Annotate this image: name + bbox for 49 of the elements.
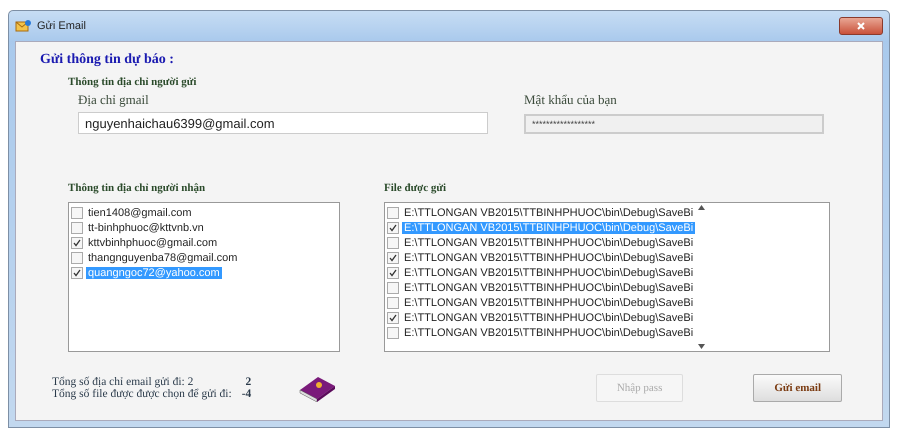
checkbox[interactable] [387,236,399,248]
envelope-icon [15,19,31,33]
list-item[interactable]: E:\TTLONGAN VB2015\TTBINHPHUOC\bin\Debug\SaveBi [402,252,696,264]
checkbox[interactable] [387,282,399,294]
checkbox[interactable] [71,252,83,264]
scrollbar[interactable] [695,205,708,349]
summary-label: Tổng số địa chỉ email gửi đi: 2 [52,376,194,388]
summary-label: Tổng số file được được chọn để gửi đi: [52,388,232,400]
scroll-down-icon[interactable] [698,344,705,349]
list-item[interactable]: kttvbinhphuoc@gmail.com [86,236,220,248]
list-item[interactable]: E:\TTLONGAN VB2015\TTBINHPHUOC\bin\Debug\SaveBi [402,236,696,248]
checkbox[interactable] [387,206,399,218]
list-item[interactable]: E:\TTLONGAN VB2015\TTBINHPHUOC\bin\Debug\SaveBi [402,296,696,308]
list-item[interactable]: tien1408@gmail.com [86,206,194,218]
list-item[interactable]: tt-binhphuoc@kttvnb.vn [86,222,206,234]
checkbox[interactable] [387,222,399,234]
field-label: Mật khẩu của bạn [524,92,618,108]
checkbox[interactable] [71,266,83,278]
group-title: Thông tin địa chỉ người nhận [68,182,206,194]
section-heading: Gửi thông tin dự báo : [40,52,175,68]
group-title: Thông tin địa chỉ người gửi [68,76,198,88]
checkbox[interactable] [387,312,399,324]
close-icon [856,21,866,31]
field-label: Địa chỉ gmail [78,92,150,108]
recipient-list[interactable]: tien1408@gmail.com tt-binhphuoc@kttvnb.vn kttvbinhphuoc@gmail.com thangnguyenba78@gmail.com quangngoc72@yahoo.com [68,202,340,352]
checkbox[interactable] [71,236,83,248]
checkbox[interactable] [387,296,399,308]
book-icon [297,374,338,402]
summary-value: -4 [242,388,252,400]
list-item[interactable]: E:\TTLONGAN VB2015\TTBINHPHUOC\bin\Debug\SaveBi [402,326,696,338]
summary-value: 2 [244,376,252,388]
scroll-up-icon[interactable] [698,205,705,210]
window-title: Gửi Email [37,20,86,32]
list-item[interactable]: thangnguyenba78@gmail.com [86,252,240,264]
list-item[interactable]: E:\TTLONGAN VB2015\TTBINHPHUOC\bin\Debug\SaveBi [402,282,696,294]
checkbox[interactable] [71,206,83,218]
checkbox[interactable] [387,266,399,278]
checkbox[interactable] [387,252,399,264]
password-field[interactable]: ****************** [524,114,824,134]
list-item[interactable]: E:\TTLONGAN VB2015\TTBINHPHUOC\bin\Debug\SaveBi [402,206,696,218]
checkbox[interactable] [387,326,399,338]
checkbox[interactable] [71,222,83,234]
action-button[interactable]: Gửi email [753,374,842,402]
file-list[interactable] [384,202,830,352]
close-button[interactable] [839,17,883,35]
list-item[interactable]: E:\TTLONGAN VB2015\TTBINHPHUOC\bin\Debug\SaveBi [402,266,696,278]
group-title: File được gửi [384,182,448,194]
list-item[interactable]: E:\TTLONGAN VB2015\TTBINHPHUOC\bin\Debug\SaveBi [402,312,696,324]
email-field[interactable]: nguyenhaichau6399@gmail.com [78,112,488,134]
